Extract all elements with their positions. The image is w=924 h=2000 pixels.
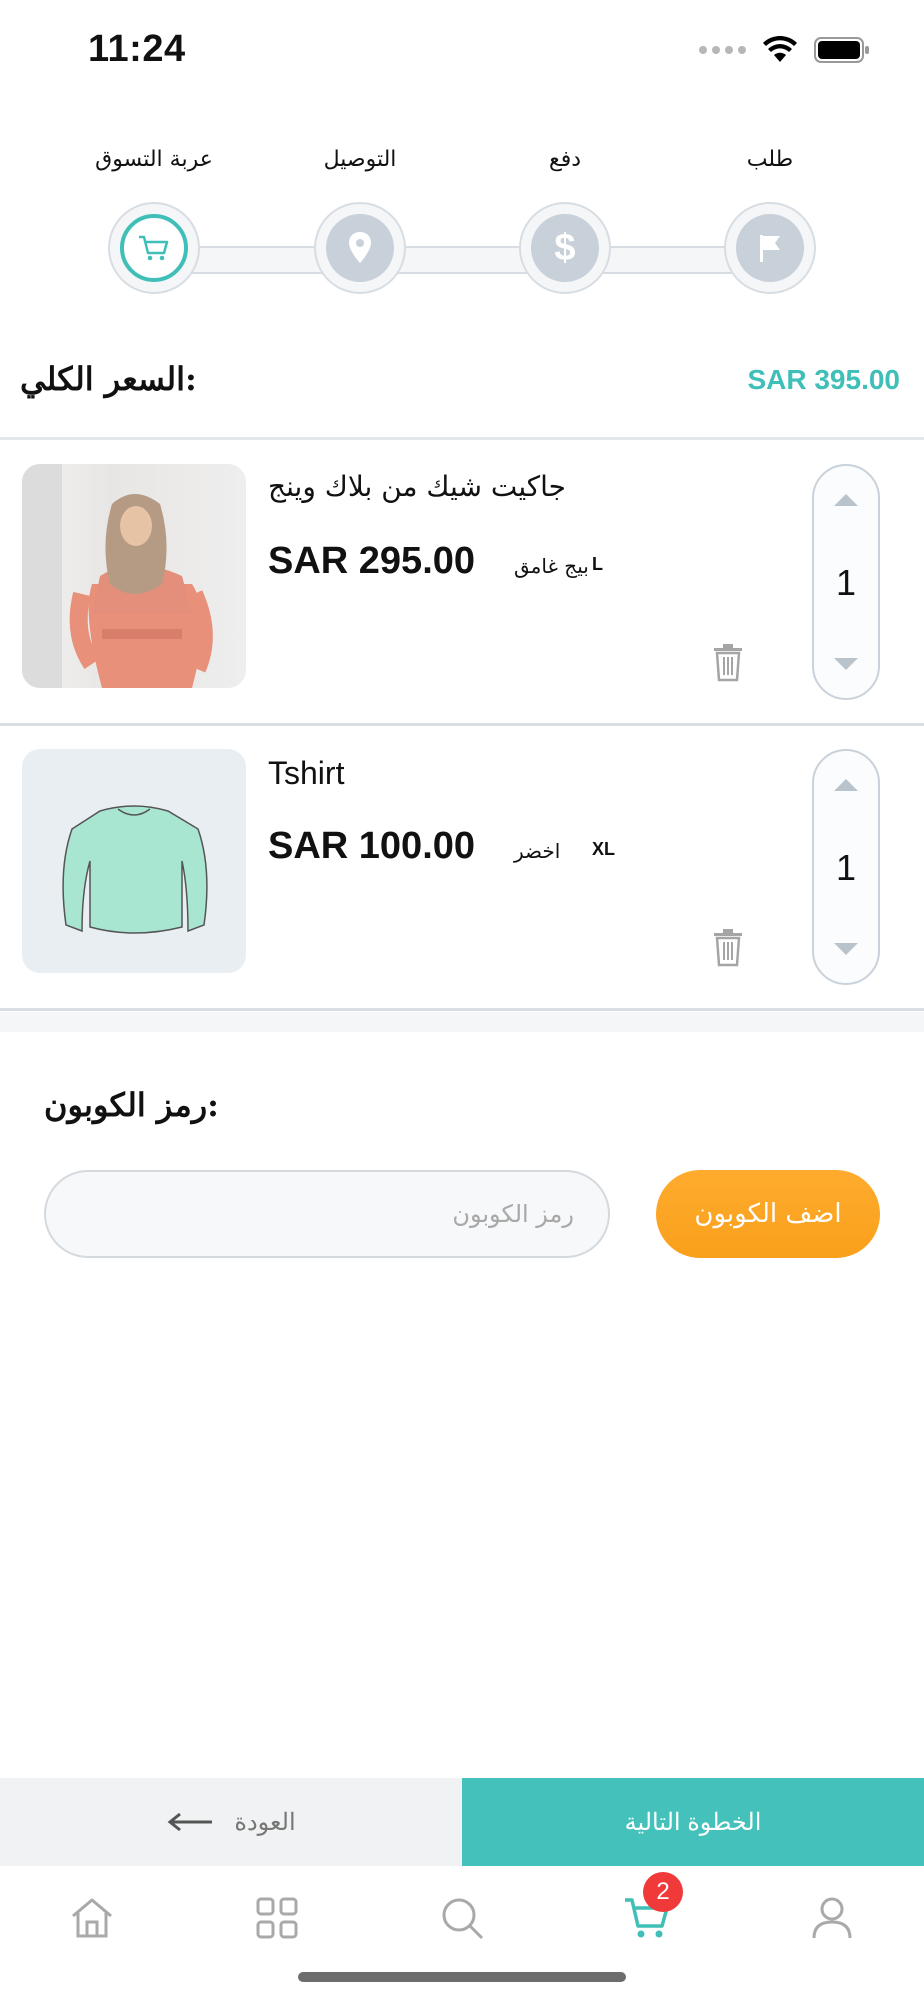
arrow-left-icon	[167, 1812, 213, 1832]
chevron-down-icon[interactable]	[834, 943, 858, 955]
total-row: السعر الكلي: SAR 395.00	[0, 350, 924, 440]
step-cart[interactable]: عربة التسوق	[64, 140, 244, 294]
flag-icon	[736, 214, 804, 282]
total-value: SAR 395.00	[747, 364, 900, 395]
stepper-track	[150, 246, 790, 274]
chevron-up-icon[interactable]	[834, 494, 858, 506]
cart-item: جاكيت شيك من بلاك وينج SAR 295.00 بيج غا…	[0, 442, 924, 726]
product-color: اخضر	[514, 839, 561, 863]
product-image[interactable]	[22, 749, 246, 973]
tab-bar: 2	[0, 1866, 924, 1976]
chevron-down-icon[interactable]	[834, 658, 858, 670]
status-bar: 11:24	[0, 0, 924, 100]
cart-count-badge: 2	[643, 1872, 683, 1912]
tab-cart[interactable]: 2	[617, 1872, 683, 1948]
status-icons	[699, 36, 870, 64]
quantity-value: 1	[835, 562, 857, 603]
step-label: التوصيل	[323, 147, 397, 172]
search-icon	[442, 1898, 484, 1940]
product-price: SAR 100.00	[268, 825, 476, 867]
action-bar: العودة الخطوة التالية	[0, 1778, 924, 1866]
wifi-icon	[763, 36, 797, 62]
grid-icon	[256, 1897, 298, 1939]
tab-categories[interactable]	[247, 1888, 307, 1948]
home-icon	[72, 1898, 112, 1938]
dollar-icon: $	[531, 214, 599, 282]
product-image[interactable]	[22, 464, 246, 688]
cart-item: Tshirt SAR 100.00 اخضر XL 1	[0, 727, 924, 1011]
add-coupon-button[interactable]: اضف الكوبون	[656, 1170, 880, 1258]
cart-icon	[120, 214, 188, 282]
step-payment[interactable]: دفع $	[475, 140, 655, 294]
location-pin-icon	[326, 214, 394, 282]
signal-icon	[699, 46, 746, 54]
home-indicator	[298, 1972, 626, 1982]
chevron-up-icon[interactable]	[834, 779, 858, 791]
coupon-input[interactable]	[44, 1170, 610, 1258]
step-delivery[interactable]: التوصيل	[270, 140, 450, 294]
step-label: عربة التسوق	[95, 147, 213, 172]
back-button[interactable]: العودة	[0, 1778, 462, 1866]
trash-icon[interactable]	[710, 642, 746, 682]
step-label: طلب	[746, 147, 794, 172]
tab-profile[interactable]	[802, 1888, 862, 1948]
next-step-button[interactable]: الخطوة التالية	[462, 1778, 924, 1866]
step-order[interactable]: طلب	[680, 140, 860, 294]
product-name[interactable]: جاكيت شيك من بلاك وينج	[268, 470, 566, 503]
battery-icon	[814, 37, 869, 63]
trash-icon[interactable]	[710, 927, 746, 967]
product-name[interactable]: Tshirt	[268, 755, 344, 792]
quantity-stepper: 1	[812, 749, 880, 985]
section-divider	[0, 1012, 924, 1032]
user-icon	[812, 1897, 852, 1939]
quantity-stepper: 1	[812, 464, 880, 700]
total-label: السعر الكلي:	[20, 360, 197, 398]
product-color: بيج غامق	[514, 554, 589, 578]
coupon-label: رمز الكوبون:	[44, 1086, 219, 1124]
tab-search[interactable]	[432, 1888, 492, 1948]
product-size: L	[592, 554, 603, 574]
back-label: العودة	[234, 1808, 296, 1836]
quantity-value: 1	[835, 847, 857, 888]
step-label: دفع	[548, 147, 582, 172]
product-size: XL	[592, 839, 616, 859]
status-time: 11:24	[88, 28, 186, 70]
product-price: SAR 295.00	[268, 540, 476, 582]
checkout-stepper: عربة التسوق التوصيل دفع $ طلب	[0, 140, 924, 310]
tab-home[interactable]	[62, 1888, 122, 1948]
